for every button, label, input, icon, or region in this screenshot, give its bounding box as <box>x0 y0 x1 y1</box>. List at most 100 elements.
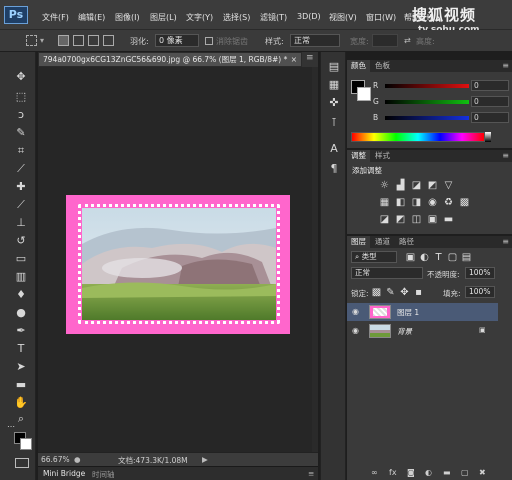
shape-tool-icon[interactable]: ▬ <box>14 378 28 392</box>
menu-select[interactable]: 选择(S) <box>223 12 250 23</box>
curves-icon[interactable]: ◪ <box>411 180 422 191</box>
status-menu-arrow-icon[interactable]: ▶ <box>202 455 208 464</box>
gradient-tool-icon[interactable]: ▥ <box>14 270 28 284</box>
menu-type[interactable]: 文字(Y) <box>186 12 213 23</box>
intersect-selection-icon[interactable] <box>103 35 114 46</box>
tab-timeline[interactable]: 时间轴 <box>92 469 115 480</box>
invert-icon[interactable]: ◪ <box>379 214 390 225</box>
lock-transparent-icon[interactable]: ▩ <box>371 287 382 298</box>
menu-icon[interactable]: ≡ <box>306 53 314 63</box>
filter-shape-icon[interactable]: ▢ <box>447 252 458 263</box>
type-tool-icon[interactable]: T <box>14 342 28 356</box>
healing-tool-icon[interactable]: ✚ <box>14 180 28 194</box>
tab-channels[interactable]: 通道 <box>371 236 394 248</box>
new-selection-icon[interactable] <box>58 35 69 46</box>
lock-all-icon[interactable]: ▪ <box>413 287 424 298</box>
pen-tool-icon[interactable]: ✒ <box>14 324 28 338</box>
delete-layer-icon[interactable]: ✖ <box>479 468 486 477</box>
zoom-level[interactable]: 66.67% <box>41 455 70 464</box>
layers-panel-menu-icon[interactable]: ≡ <box>502 237 509 246</box>
color-panel-menu-icon[interactable]: ≡ <box>502 61 509 70</box>
color-balance-icon[interactable]: ◧ <box>395 197 406 208</box>
paragraph-panel-icon[interactable]: ¶ <box>327 162 341 176</box>
marquee-tool-icon[interactable]: ⬚ <box>14 90 28 104</box>
tab-strip-menu[interactable]: ≡ <box>302 52 318 67</box>
add-mask-icon[interactable]: ◙ <box>407 468 415 477</box>
hand-tool-icon[interactable]: ✋ <box>14 396 28 410</box>
color-spectrum-ramp[interactable] <box>351 132 485 142</box>
preset-dropdown-icon[interactable]: ▾ <box>40 36 44 45</box>
feather-input[interactable]: 0 像素 <box>155 34 199 47</box>
tab-mini-bridge[interactable]: Mini Bridge <box>43 469 85 478</box>
crop-tool-icon[interactable]: ⌗ <box>14 144 28 158</box>
menu-3d[interactable]: 3D(D) <box>297 12 321 21</box>
posterize-icon[interactable]: ◩ <box>395 214 406 225</box>
lock-position-icon[interactable]: ✥ <box>399 287 410 298</box>
status-info-icon[interactable]: ● <box>74 455 81 464</box>
filter-smart-object-icon[interactable]: ▤ <box>461 252 472 263</box>
layer1-name[interactable]: 图层 1 <box>397 307 419 318</box>
menu-file[interactable]: 文件(F) <box>42 12 69 23</box>
vibrance-icon[interactable]: ▽ <box>443 180 454 191</box>
filter-adjustment-icon[interactable]: ◐ <box>419 252 430 263</box>
tab-paths[interactable]: 路径 <box>395 236 418 248</box>
quick-mask-icon[interactable] <box>15 458 29 468</box>
tab-adjustments[interactable]: 调整 <box>347 150 370 162</box>
blue-slider-bar[interactable] <box>385 116 469 120</box>
selective-color-icon[interactable]: ▣ <box>427 214 438 225</box>
menu-image[interactable]: 图像(I) <box>115 12 140 23</box>
green-slider-bar[interactable] <box>385 100 469 104</box>
red-slider-bar[interactable] <box>385 84 469 88</box>
gradient-map-icon[interactable]: ▬ <box>443 214 454 225</box>
filter-pixel-icon[interactable]: ▣ <box>405 252 416 263</box>
menu-window[interactable]: 窗口(W) <box>366 12 396 23</box>
antialias-checkbox[interactable] <box>205 37 213 45</box>
menu-layer[interactable]: 图层(L) <box>150 12 177 23</box>
brightness-icon[interactable]: ☼ <box>379 180 390 191</box>
background-color-swatch[interactable] <box>20 438 32 450</box>
blue-value-field[interactable]: 0 <box>471 112 509 123</box>
layer-row-layer1[interactable]: ◉ 图层 1 <box>347 303 498 321</box>
levels-icon[interactable]: ▟ <box>395 180 406 191</box>
fill-input[interactable]: 100% <box>465 286 495 298</box>
add-selection-icon[interactable] <box>73 35 84 46</box>
color-lookup-icon[interactable]: ▩ <box>459 197 470 208</box>
close-icon[interactable]: × <box>291 53 297 66</box>
menu-filter[interactable]: 滤镜(T) <box>260 12 287 23</box>
channel-mixer-icon[interactable]: ♻ <box>443 197 454 208</box>
path-select-tool-icon[interactable]: ➤ <box>14 360 28 374</box>
exposure-icon[interactable]: ◩ <box>427 180 438 191</box>
red-value-field[interactable]: 0 <box>471 80 509 91</box>
eyedropper-tool-icon[interactable]: ⟋ <box>14 162 28 176</box>
filter-type-icon[interactable]: T <box>433 252 444 263</box>
history-brush-tool-icon[interactable]: ↺ <box>14 234 28 248</box>
canvas-scrollbar[interactable] <box>312 67 318 452</box>
brush-panel-icon[interactable]: ⊺ <box>327 116 341 130</box>
actions-panel-icon[interactable]: ✜ <box>327 96 341 110</box>
bottom-panel-menu-icon[interactable]: ≡ <box>308 469 314 478</box>
clone-stamp-tool-icon[interactable]: ⊥ <box>14 216 28 230</box>
document-tab[interactable]: 794a0700gx6CG13ZnGC56&690.jpg @ 66.7% (图… <box>38 52 302 67</box>
menu-view[interactable]: 视图(V) <box>329 12 357 23</box>
layer-row-background[interactable]: ◉ 背景 ▣ <box>347 322 498 340</box>
tab-color[interactable]: 颜色 <box>347 60 370 72</box>
subtract-selection-icon[interactable] <box>88 35 99 46</box>
properties-panel-icon[interactable]: ▦ <box>327 78 341 92</box>
photo-filter-icon[interactable]: ◉ <box>427 197 438 208</box>
lock-image-icon[interactable]: ✎ <box>385 287 396 298</box>
background-color-box[interactable] <box>357 87 371 101</box>
opacity-input[interactable]: 100% <box>465 267 495 279</box>
history-panel-icon[interactable]: ▤ <box>327 60 341 74</box>
blend-mode-select[interactable]: 正常 <box>351 267 423 279</box>
document-canvas[interactable] <box>66 195 290 334</box>
eraser-tool-icon[interactable]: ▭ <box>14 252 28 266</box>
hue-saturation-icon[interactable]: ▦ <box>379 197 390 208</box>
new-layer-icon[interactable]: ▢ <box>461 468 469 477</box>
link-layers-icon[interactable]: ∞ <box>371 468 378 477</box>
lasso-tool-icon[interactable]: ↄ <box>14 108 28 122</box>
layer-kind-filter[interactable]: ⌕ 类型 <box>351 251 397 263</box>
swap-icon[interactable]: ⇄ <box>404 36 411 45</box>
visibility-eye-icon[interactable]: ◉ <box>352 326 359 335</box>
brush-tool-icon[interactable]: ⟋ <box>14 198 28 212</box>
character-panel-icon[interactable]: A <box>327 142 341 156</box>
